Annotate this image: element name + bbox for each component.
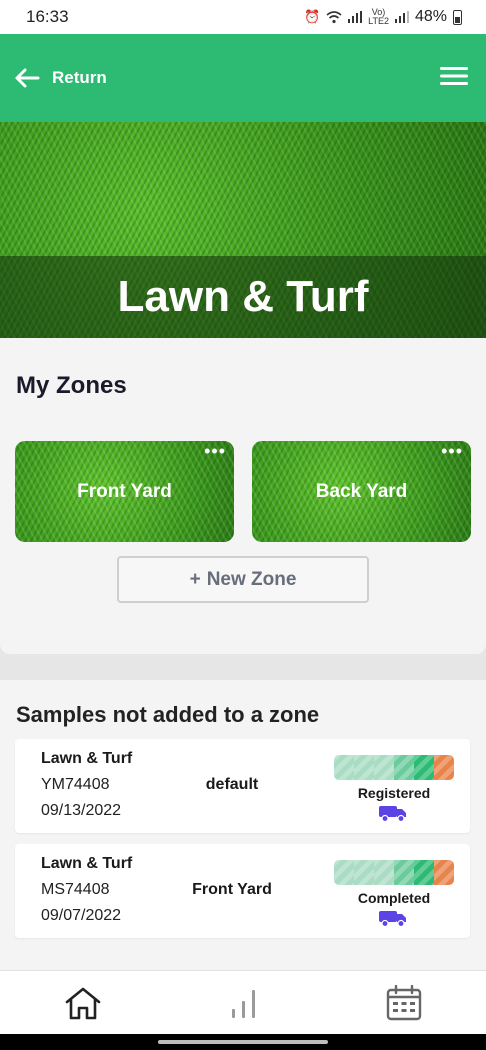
alarm-icon: ⏰ <box>303 9 321 24</box>
sample-zone: default <box>205 776 259 793</box>
sample-type: Lawn & Turf <box>41 855 133 872</box>
status-badge: Registered <box>357 785 431 801</box>
progress-segment <box>414 755 434 780</box>
network-label: LTE2 <box>368 16 389 26</box>
battery-percent: 48% <box>414 8 447 25</box>
zones-title: My Zones <box>16 372 127 399</box>
sample-id: MS74408 <box>41 881 110 898</box>
home-icon <box>65 987 101 1019</box>
zone-tile-back-yard[interactable]: Back Yard ••• <box>252 441 471 542</box>
hero-banner: Lawn & Turf <box>0 122 486 338</box>
sample-date: 09/07/2022 <box>41 907 122 924</box>
progress-segment <box>374 755 394 780</box>
truck-icon <box>379 806 406 822</box>
zone-tile-front-yard[interactable]: Front Yard ••• <box>15 441 234 542</box>
status-time: 16:33 <box>26 7 69 26</box>
progress-segment <box>354 755 374 780</box>
samples-title: Samples not added to a zone <box>16 702 320 727</box>
samples-section: Samples not added to a zone Lawn & Turf … <box>0 680 486 970</box>
more-options-icon[interactable]: ••• <box>204 442 226 460</box>
sample-zone: Front Yard <box>192 881 272 898</box>
plus-icon: + <box>189 568 201 590</box>
battery-icon <box>453 9 462 25</box>
progress-segment <box>394 755 414 780</box>
progress-segment <box>334 755 354 780</box>
progress-segment <box>354 860 374 885</box>
return-label: Return <box>52 68 107 87</box>
system-gesture-bar <box>0 1034 486 1050</box>
status-badge: Completed <box>357 890 431 906</box>
sample-id: YM74408 <box>41 776 110 793</box>
bottom-nav <box>0 970 486 1034</box>
sample-card[interactable]: Lawn & Turf MS74408 09/07/2022 Front Yar… <box>15 844 470 938</box>
zone-name: Back Yard <box>315 480 408 502</box>
progress-segment <box>394 860 414 885</box>
hero-title-band: Lawn & Turf <box>0 256 486 338</box>
signal-icon-2 <box>394 11 409 23</box>
app-header: Return <box>0 34 486 122</box>
progress-segment <box>434 755 454 780</box>
sample-type: Lawn & Turf <box>41 750 133 767</box>
status-icons: ⏰ Vo) LTE2 48% <box>304 8 462 26</box>
calendar-icon <box>386 984 422 1020</box>
page-title: Lawn & Turf <box>117 272 369 321</box>
nav-calendar[interactable] <box>386 984 422 1021</box>
home-gesture-handle[interactable] <box>158 1040 328 1044</box>
status-bar: 16:33 ⏰ Vo) LTE2 48% <box>0 0 486 34</box>
sample-card[interactable]: Lawn & Turf YM74408 09/13/2022 default R… <box>15 739 470 833</box>
nav-home[interactable] <box>64 986 102 1020</box>
progress-segment <box>374 860 394 885</box>
nav-analytics[interactable] <box>230 987 258 1019</box>
status-progress-bar <box>334 755 454 780</box>
new-zone-label: New Zone <box>206 568 297 590</box>
progress-segment <box>434 860 454 885</box>
return-button[interactable]: Return <box>14 67 107 89</box>
wifi-icon <box>326 10 342 23</box>
more-options-icon[interactable]: ••• <box>441 442 463 460</box>
volte-icon: Vo) LTE2 <box>368 7 389 26</box>
bar-chart-icon <box>232 989 255 1018</box>
menu-button[interactable] <box>440 66 468 91</box>
arrow-left-icon <box>15 68 40 88</box>
status-progress-bar <box>334 860 454 885</box>
zone-name: Front Yard <box>77 480 172 502</box>
progress-segment <box>414 860 434 885</box>
hamburger-menu-icon <box>440 66 468 85</box>
zones-section: My Zones Front Yard ••• Back Yard ••• + … <box>0 338 486 654</box>
new-zone-button[interactable]: + New Zone <box>117 556 369 603</box>
truck-icon <box>379 911 406 927</box>
progress-segment <box>334 860 354 885</box>
signal-icon <box>348 11 363 23</box>
sample-date: 09/13/2022 <box>41 802 122 819</box>
